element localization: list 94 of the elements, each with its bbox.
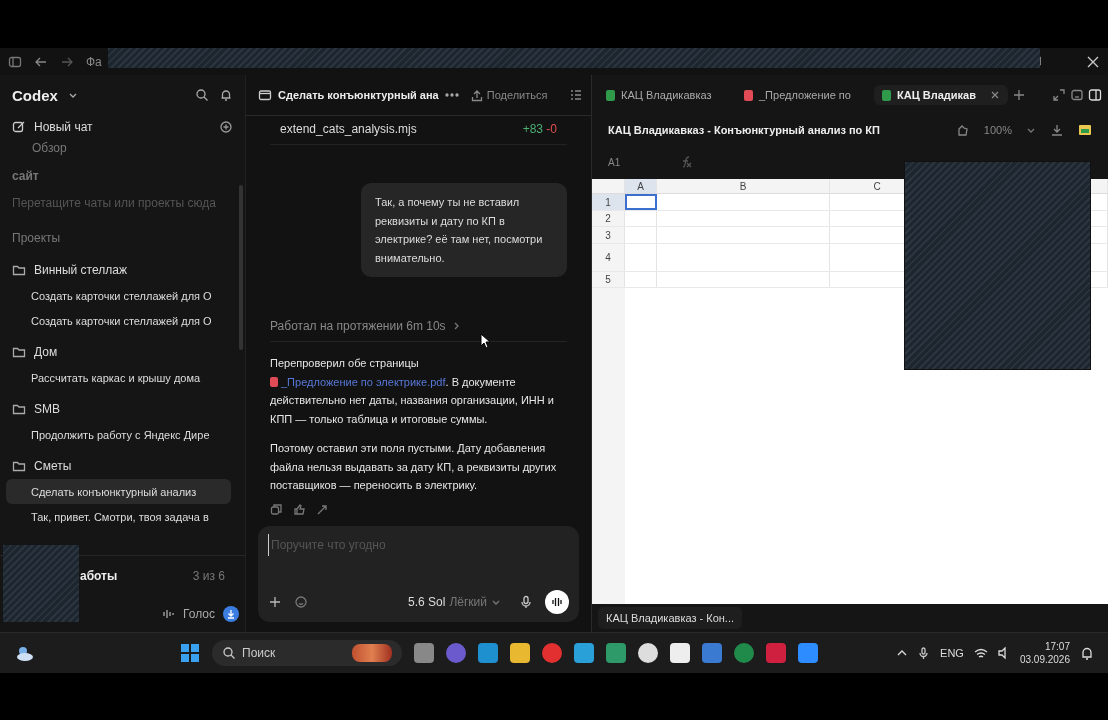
menu-item[interactable]: Фа [86, 54, 102, 69]
clock-time[interactable]: 17:07 [1044, 640, 1070, 653]
lines-removed: -0 [546, 122, 557, 136]
chat-item[interactable]: Рассчитать каркас и крышу дома [6, 365, 231, 390]
split-view-icon [1088, 88, 1102, 102]
language-indicator[interactable]: ENG [940, 647, 964, 659]
sidebar-toggle-icon [8, 54, 22, 69]
column-header[interactable]: A [625, 179, 657, 193]
pdf-file-icon [744, 89, 753, 101]
spreadsheet-file-icon [606, 89, 615, 101]
list-icon [569, 88, 583, 102]
close-icon [990, 90, 1000, 100]
app-title[interactable]: Codex [12, 86, 58, 104]
assistant-message: Перепроверил обе страницы _Предложение по электрике.pdf. В документе действительно нет даты, названия организации, ИНН и КПП — только таблица и итоговые суммы. [270, 356, 555, 427]
plus-icon [268, 595, 282, 609]
notification-icon [1080, 646, 1094, 660]
new-chat-button[interactable]: Новый чат [34, 120, 93, 134]
cell-reference: A1 [608, 156, 621, 168]
mouse-cursor-icon [480, 333, 492, 349]
chat-item[interactable]: Создать карточки стеллажей для О [6, 308, 231, 333]
project-item[interactable]: Винный стеллаж [34, 263, 127, 277]
drop-hint: Перетащите чаты или проекты сюда [12, 196, 216, 210]
download-icon [1050, 123, 1064, 137]
search-icon [222, 646, 236, 660]
panel-icon [1070, 88, 1084, 102]
document-tab[interactable]: КАЦ Владикав [874, 85, 1008, 105]
copy-icon [270, 502, 283, 516]
document-title: КАЦ Владикавказ - Конъюнктурный анализ по КП [608, 124, 880, 136]
folder-icon [258, 88, 272, 102]
document-tab[interactable]: КАЦ Владикавказ [598, 85, 732, 105]
task-progress-label: аботы [80, 569, 118, 583]
project-item[interactable]: Дом [34, 345, 58, 359]
download-badge-icon[interactable] [223, 606, 239, 622]
task-count: 3 из 6 [192, 569, 225, 583]
start-icon [180, 643, 200, 663]
chat-item[interactable]: Так, привет. Смотри, твоя задача в [6, 504, 231, 529]
upload-icon [470, 88, 483, 102]
row-header[interactable]: 1 [592, 194, 625, 210]
column-header[interactable]: B [657, 179, 830, 193]
document-tab[interactable]: _Предложение по [736, 85, 870, 105]
thumbs-icon [293, 502, 306, 516]
add-circle-icon [219, 120, 233, 134]
microphone-icon [918, 646, 931, 660]
changed-file-row[interactable]: extend_cats_analysis.mjs +83 -0 [270, 116, 567, 145]
overview-item[interactable]: Обзор [12, 141, 67, 155]
taskbar-app-icon[interactable] [638, 643, 658, 663]
chevron-up-icon [896, 648, 909, 658]
folder-icon [12, 345, 26, 359]
expand-icon [1052, 88, 1066, 102]
model-selector[interactable]: 5.6 Sol Лёгкий [402, 594, 507, 610]
share-button[interactable]: Поделиться [470, 88, 548, 102]
smiley-icon [294, 595, 308, 609]
close-icon [1086, 54, 1100, 69]
assistant-message: Поэтому оставил эти поля пустыми. Дату добавления файла нельзя выдавать за дату КП, а реквизиты других поставщиков — переносить в электрику. [270, 441, 558, 493]
voice-mode-button[interactable] [545, 590, 569, 614]
microphone-icon [519, 595, 533, 609]
row-header[interactable]: 5 [592, 272, 625, 287]
share-arrow-icon [316, 502, 329, 516]
row-header[interactable]: 3 [592, 227, 625, 243]
waveform-icon [550, 595, 564, 609]
chat-item[interactable]: Продолжить работу с Яндекс Дире [6, 422, 231, 447]
file-link[interactable]: _Предложение по электрике.pdf [270, 375, 446, 388]
plus-icon [1012, 88, 1026, 102]
work-duration[interactable]: Работал на протяжении 6m 10s [270, 319, 446, 333]
row-header[interactable]: 2 [592, 211, 625, 226]
spreadsheet-app-icon [1078, 123, 1092, 137]
chat-title: Сделать конъюнктурный ана [278, 89, 439, 101]
project-item[interactable]: Сметы [34, 459, 72, 473]
edit-icon [12, 120, 26, 134]
folder-icon [12, 459, 26, 473]
lines-added: +83 [522, 122, 543, 136]
project-item[interactable]: SMB [34, 402, 60, 416]
chat-item[interactable]: Сделать конъюнктурный анализ [6, 479, 231, 504]
wifi-icon [973, 647, 988, 659]
search-field[interactable]: Поиск [212, 640, 402, 666]
chat-item[interactable]: Создать карточки стеллажей для О [6, 283, 231, 308]
zoom-selector[interactable]: 100% [983, 124, 1012, 136]
taskbar-app-icon[interactable] [670, 643, 690, 663]
window-tab[interactable]: КАЦ Владикавказ - Кон... [598, 607, 743, 629]
voice-button[interactable]: Голос [183, 607, 215, 621]
file-name: extend_cats_analysis.mjs [280, 122, 417, 136]
clock-date[interactable]: 03.09.2026 [1019, 653, 1070, 666]
section-title: Проекты [12, 231, 61, 245]
user-message: Так, а почему ты не вставил реквизиты и дату по КП в электрике? её там нет, посмотри внимательно. [361, 183, 567, 277]
row-header[interactable]: 4 [592, 244, 625, 271]
waveform-icon [162, 607, 176, 621]
folder-icon [12, 263, 26, 277]
bell-icon [219, 88, 233, 102]
folder-icon [12, 402, 26, 416]
search-icon [195, 88, 209, 102]
arrow-down-icon [226, 609, 236, 619]
selected-cell[interactable] [625, 194, 657, 210]
section-title: сайт [12, 169, 39, 183]
spreadsheet-file-icon [882, 89, 891, 101]
